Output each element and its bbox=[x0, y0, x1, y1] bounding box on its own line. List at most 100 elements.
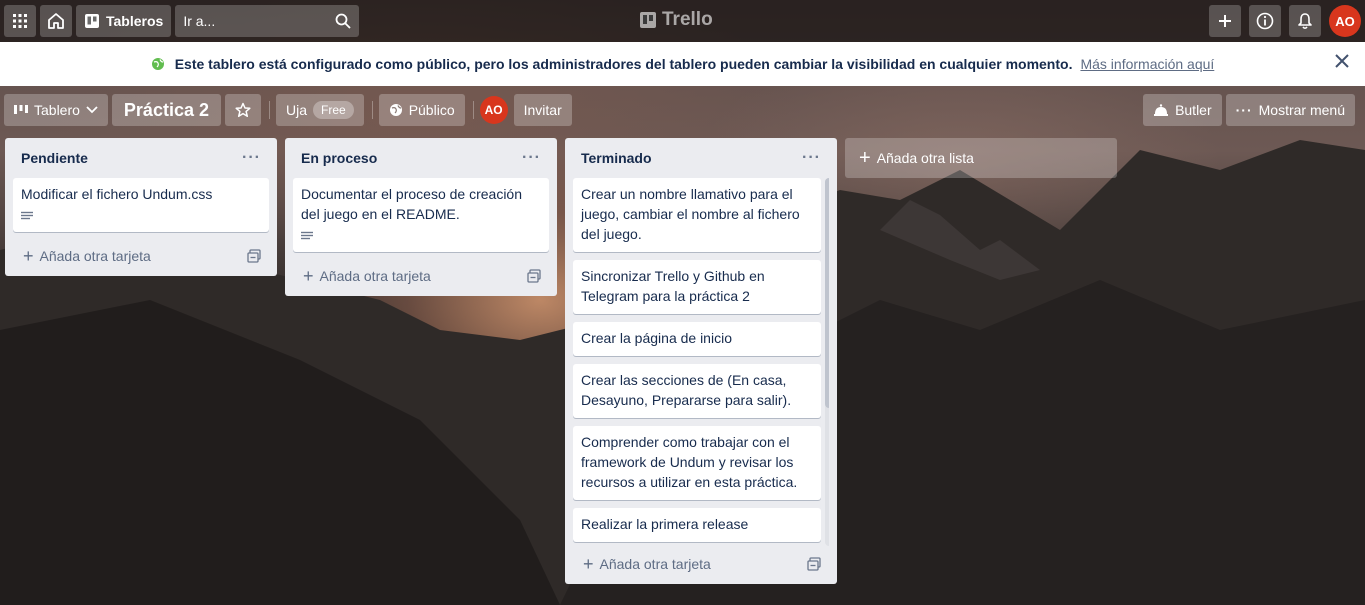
card-title: Documentar el proceso de creación del ju… bbox=[301, 186, 523, 222]
create-button[interactable] bbox=[1209, 5, 1241, 37]
show-menu-button[interactable]: ··· Mostrar menú bbox=[1225, 94, 1355, 126]
close-icon[interactable] bbox=[1333, 52, 1351, 70]
card-title: Crear la página de inicio bbox=[581, 330, 732, 346]
add-card-button[interactable]: + Añada otra tarjeta bbox=[13, 240, 269, 272]
card[interactable]: Comprender como trabajar con el framewor… bbox=[573, 426, 821, 500]
list-title[interactable]: En proceso bbox=[301, 150, 377, 166]
board-icon bbox=[85, 14, 99, 28]
top-nav: Tableros Ir a... Trello AO bbox=[0, 0, 1365, 42]
trello-logo-icon bbox=[640, 12, 656, 28]
card[interactable]: Documentar el proceso de creación del ju… bbox=[293, 178, 549, 252]
globe-icon bbox=[389, 104, 402, 116]
template-icon[interactable] bbox=[247, 249, 261, 263]
show-menu-label: Mostrar menú bbox=[1258, 102, 1345, 118]
board-view-switcher[interactable]: Tablero bbox=[4, 94, 108, 126]
plus-icon: + bbox=[859, 147, 871, 169]
boards-label: Tableros bbox=[106, 13, 164, 29]
search-icon bbox=[335, 13, 351, 29]
user-avatar[interactable]: AO bbox=[1329, 5, 1361, 37]
template-icon[interactable] bbox=[807, 557, 821, 571]
member-avatar[interactable]: AO bbox=[479, 96, 508, 124]
apps-menu-button[interactable] bbox=[4, 5, 36, 37]
butler-label: Butler bbox=[1175, 102, 1212, 118]
board-header: Tablero Práctica 2 Uja Free Público AO I… bbox=[4, 94, 576, 126]
list-terminado: Terminado ··· Crear un nombre llamativo … bbox=[565, 138, 837, 584]
card[interactable]: Crear un nombre llamativo para el juego,… bbox=[573, 178, 821, 252]
plus-icon bbox=[1219, 15, 1231, 27]
visibility-button[interactable]: Público bbox=[378, 94, 465, 126]
header-divider bbox=[268, 101, 270, 119]
invite-button[interactable]: Invitar bbox=[513, 94, 572, 126]
bell-icon bbox=[1298, 13, 1312, 30]
list-menu-icon[interactable]: ··· bbox=[242, 149, 261, 167]
globe-icon bbox=[151, 58, 164, 70]
list-pendiente: Pendiente ··· Modificar el fichero Undum… bbox=[5, 138, 277, 276]
board-title[interactable]: Práctica 2 bbox=[111, 94, 221, 126]
plus-icon: + bbox=[303, 266, 314, 286]
home-icon bbox=[48, 13, 64, 29]
list-title[interactable]: Pendiente bbox=[21, 150, 88, 166]
add-card-label: Añada otra tarjeta bbox=[39, 248, 151, 264]
trello-logo[interactable]: Trello bbox=[640, 9, 713, 31]
description-icon bbox=[21, 211, 33, 220]
card-title: Realizar la primera release bbox=[581, 516, 749, 532]
search-input[interactable]: Ir a... bbox=[175, 5, 360, 37]
boards-button[interactable]: Tableros bbox=[76, 5, 172, 37]
workspace-button[interactable]: Uja Free bbox=[275, 94, 364, 126]
banner-message: Este tablero está configurado como públi… bbox=[174, 56, 1073, 72]
grid-icon bbox=[13, 14, 27, 28]
description-badge bbox=[301, 228, 541, 244]
board-header-right: Butler ··· Mostrar menú bbox=[1143, 94, 1355, 126]
plus-icon: + bbox=[583, 554, 594, 574]
chevron-down-icon bbox=[86, 106, 98, 114]
board-view-label: Tablero bbox=[34, 102, 80, 118]
add-list-label: Añada otra lista bbox=[876, 150, 974, 166]
template-icon[interactable] bbox=[527, 269, 541, 283]
add-card-button[interactable]: + Añada otra tarjeta bbox=[293, 260, 549, 292]
add-card-label: Añada otra tarjeta bbox=[599, 556, 711, 572]
trello-logo-text: Trello bbox=[662, 9, 713, 30]
card[interactable]: Crear las secciones de (En casa, Desayun… bbox=[573, 364, 821, 418]
list-en-proceso: En proceso ··· Documentar el proceso de … bbox=[285, 138, 557, 296]
list-header[interactable]: En proceso ··· bbox=[293, 138, 549, 178]
description-icon bbox=[301, 231, 313, 240]
card[interactable]: Sincronizar Trello y Github en Telegram … bbox=[573, 260, 821, 314]
card-title: Modificar el fichero Undum.css bbox=[21, 186, 213, 202]
butler-bell-icon bbox=[1154, 104, 1169, 116]
star-icon bbox=[235, 102, 251, 118]
workspace-plan-badge: Free bbox=[313, 101, 354, 119]
scrollbar-thumb[interactable] bbox=[825, 178, 829, 408]
notifications-button[interactable] bbox=[1289, 5, 1321, 37]
list-scrollbar[interactable] bbox=[825, 178, 829, 546]
card-title: Sincronizar Trello y Github en Telegram … bbox=[581, 268, 765, 304]
list-cards-scroll[interactable]: Crear un nombre llamativo para el juego,… bbox=[573, 178, 829, 546]
list-title[interactable]: Terminado bbox=[581, 150, 652, 166]
star-button[interactable] bbox=[224, 94, 261, 126]
board-view-icon bbox=[14, 105, 28, 114]
add-card-button[interactable]: + Añada otra tarjeta bbox=[573, 548, 829, 580]
plus-icon: + bbox=[23, 246, 34, 266]
visibility-banner: Este tablero está configurado como públi… bbox=[0, 42, 1365, 86]
card[interactable]: Realizar la primera release bbox=[573, 508, 821, 542]
header-divider bbox=[371, 101, 373, 119]
more-icon: ··· bbox=[1235, 102, 1253, 118]
banner-info-link[interactable]: Más información aquí bbox=[1080, 56, 1214, 72]
list-header[interactable]: Terminado ··· bbox=[573, 138, 829, 178]
card[interactable]: Modificar el fichero Undum.css bbox=[13, 178, 269, 232]
workspace-name: Uja bbox=[285, 102, 307, 118]
info-button[interactable] bbox=[1249, 5, 1281, 37]
description-badge bbox=[21, 208, 261, 224]
list-menu-icon[interactable]: ··· bbox=[802, 149, 821, 167]
add-list-button[interactable]: + Añada otra lista bbox=[845, 138, 1117, 178]
list-menu-icon[interactable]: ··· bbox=[522, 149, 541, 167]
nav-right-actions: AO bbox=[1209, 5, 1361, 37]
list-cards: Crear un nombre llamativo para el juego,… bbox=[573, 178, 829, 546]
info-icon bbox=[1256, 12, 1274, 30]
header-divider bbox=[472, 101, 474, 119]
home-button[interactable] bbox=[40, 5, 72, 37]
search-placeholder: Ir a... bbox=[183, 13, 216, 29]
card[interactable]: Crear la página de inicio bbox=[573, 322, 821, 356]
butler-button[interactable]: Butler bbox=[1143, 94, 1222, 126]
visibility-label: Público bbox=[408, 102, 455, 118]
list-header[interactable]: Pendiente ··· bbox=[13, 138, 269, 178]
